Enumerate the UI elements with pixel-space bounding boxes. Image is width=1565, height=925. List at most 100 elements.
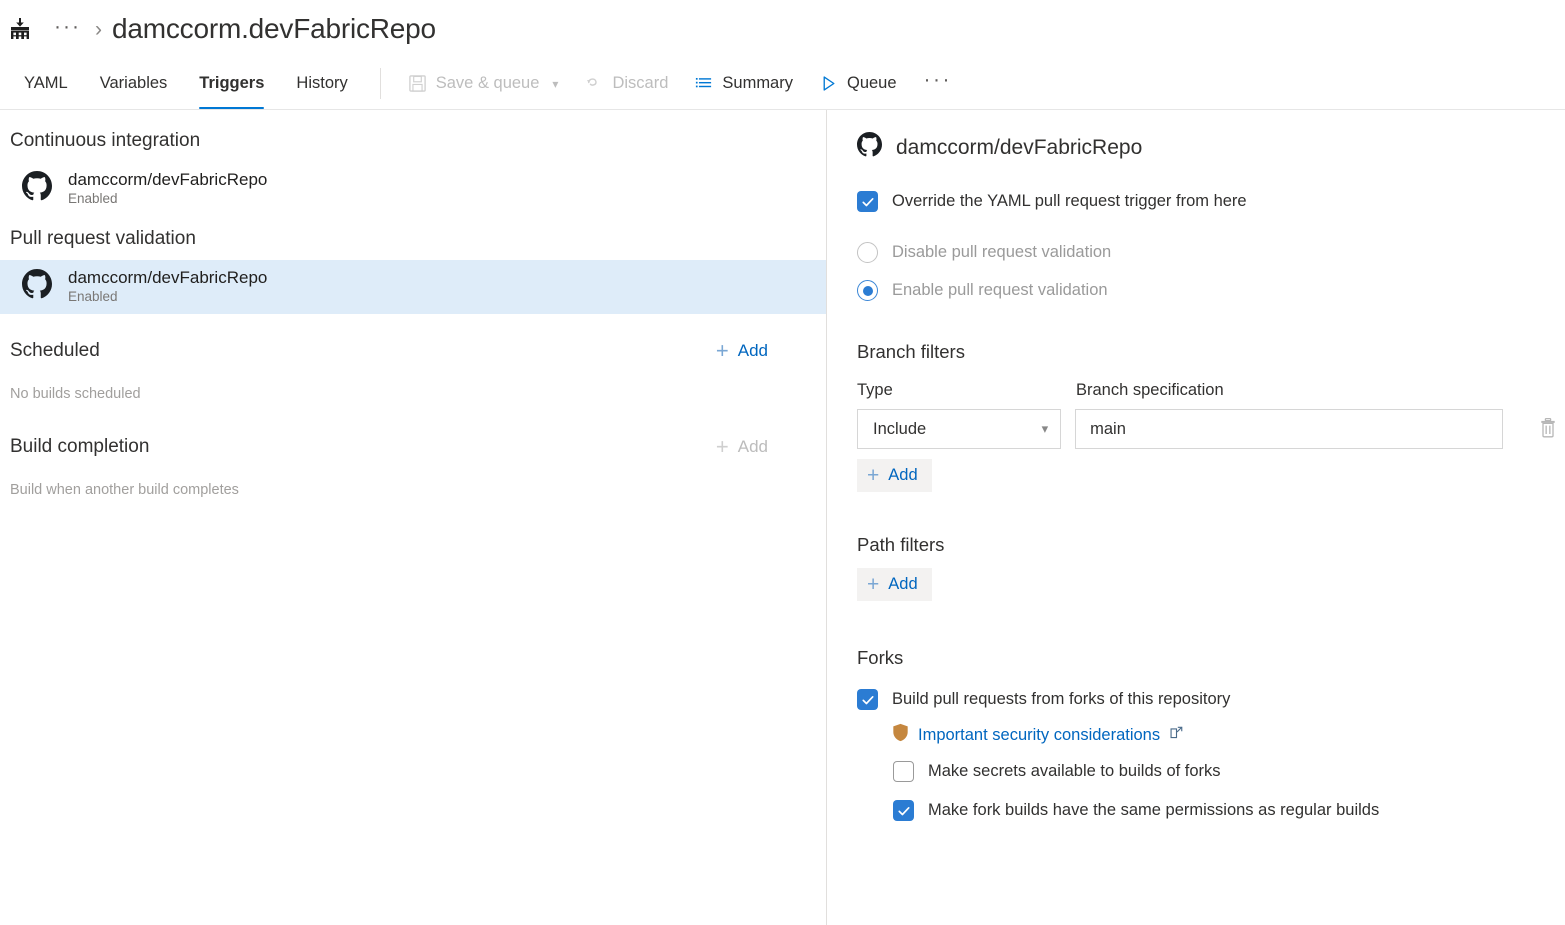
branch-filter-row: Include ▾ main: [857, 409, 1565, 449]
fork-permissions-label: Make fork builds have the same permissio…: [928, 800, 1379, 820]
security-considerations-link[interactable]: Important security considerations: [892, 723, 1184, 747]
branch-filter-type-select[interactable]: Include ▾: [857, 409, 1061, 449]
trigger-item-state: Enabled: [68, 191, 267, 206]
command-bar-divider: [380, 68, 381, 99]
add-scheduled-button[interactable]: + Add: [716, 340, 768, 362]
breadcrumb-chevron-icon: ›: [87, 19, 112, 40]
discard-label: Discard: [612, 74, 668, 93]
section-scheduled: Scheduled + Add: [0, 314, 826, 372]
forks-heading: Forks: [857, 647, 1565, 669]
chevron-down-icon[interactable]: ▾: [552, 77, 558, 91]
build-from-forks-checkbox[interactable]: [857, 689, 878, 710]
trigger-item-text: damccorm/devFabricRepo Enabled: [68, 170, 267, 206]
path-filters-heading: Path filters: [857, 534, 1565, 556]
enable-pr-validation-radio[interactable]: [857, 280, 878, 301]
more-commands-button[interactable]: ···: [910, 68, 966, 92]
override-yaml-trigger-row[interactable]: Override the YAML pull request trigger f…: [857, 191, 1565, 212]
tab-yaml[interactable]: YAML: [8, 58, 84, 109]
trigger-item-name: damccorm/devFabricRepo: [68, 268, 267, 288]
add-path-filter-button[interactable]: + Add: [857, 568, 932, 601]
trigger-item-continuous-integration[interactable]: damccorm/devFabricRepo Enabled: [0, 162, 826, 216]
details-title: damccorm/devFabricRepo: [857, 132, 1565, 163]
build-completion-empty-text: Build when another build completes: [0, 468, 826, 504]
trigger-item-name: damccorm/devFabricRepo: [68, 170, 267, 190]
github-icon: [22, 269, 52, 304]
undo-icon: [584, 74, 603, 93]
branch-filter-labels: Type Branch specification: [857, 381, 1565, 409]
save-and-queue-button[interactable]: Save & queue ▾: [395, 58, 572, 109]
make-secrets-available-label: Make secrets available to builds of fork…: [928, 761, 1221, 781]
make-secrets-available-checkbox[interactable]: [893, 761, 914, 782]
branch-filter-type-value: Include: [873, 420, 926, 439]
save-and-queue-label: Save & queue: [436, 74, 540, 93]
fork-permissions-row[interactable]: Make fork builds have the same permissio…: [857, 800, 1565, 821]
override-yaml-trigger-checkbox[interactable]: [857, 191, 878, 212]
tab-variables-label: Variables: [100, 74, 168, 93]
section-continuous-integration-heading: Continuous integration: [0, 118, 826, 162]
tab-history[interactable]: History: [280, 58, 363, 109]
tab-variables[interactable]: Variables: [84, 58, 184, 109]
scheduled-empty-text: No builds scheduled: [0, 372, 826, 408]
add-branch-filter-button[interactable]: + Add: [857, 459, 932, 492]
command-bar: YAML Variables Triggers History Save & q…: [0, 58, 1565, 110]
trigger-details-pane: damccorm/devFabricRepo Override the YAML…: [827, 110, 1565, 925]
section-pull-request-validation-heading: Pull request validation: [0, 216, 826, 260]
security-considerations-label: Important security considerations: [918, 726, 1160, 745]
build-from-forks-label: Build pull requests from forks of this r…: [892, 689, 1230, 709]
external-link-icon: [1169, 725, 1184, 745]
add-branch-filter-label: Add: [888, 466, 917, 485]
breadcrumb-overflow[interactable]: ···: [48, 16, 87, 37]
chevron-down-icon: ▾: [1042, 421, 1049, 437]
make-secrets-available-row[interactable]: Make secrets available to builds of fork…: [857, 761, 1565, 782]
shield-icon: [892, 723, 909, 747]
section-build-completion: Build completion + Add: [0, 408, 826, 468]
trash-icon: [1538, 417, 1558, 444]
delete-branch-filter-button[interactable]: [1531, 411, 1565, 449]
add-path-filter-label: Add: [888, 575, 917, 594]
trigger-item-text: damccorm/devFabricRepo Enabled: [68, 268, 267, 304]
command-list: Save & queue ▾ Discard: [395, 58, 966, 109]
enable-pr-validation-row[interactable]: Enable pull request validation: [857, 280, 1565, 301]
page-title: damccorm.devFabricRepo: [112, 13, 436, 45]
github-icon: [22, 171, 52, 206]
disable-pr-validation-radio[interactable]: [857, 242, 878, 263]
queue-button[interactable]: Queue: [806, 58, 910, 109]
add-build-completion-label: Add: [738, 437, 768, 457]
radio-dot: [863, 286, 873, 296]
build-from-forks-row[interactable]: Build pull requests from forks of this r…: [857, 689, 1565, 710]
add-build-completion-button[interactable]: + Add: [716, 436, 768, 458]
tab-triggers-label: Triggers: [199, 74, 264, 93]
override-yaml-trigger-label: Override the YAML pull request trigger f…: [892, 191, 1247, 211]
trigger-item-pull-request-validation[interactable]: damccorm/devFabricRepo Enabled: [0, 260, 826, 314]
branch-filters-heading: Branch filters: [857, 341, 1565, 363]
tab-triggers[interactable]: Triggers: [183, 58, 280, 109]
list-icon: [694, 74, 713, 93]
section-scheduled-heading: Scheduled: [10, 340, 100, 362]
discard-button[interactable]: Discard: [571, 58, 681, 109]
github-icon: [857, 132, 882, 163]
triggers-list-pane: Continuous integration damccorm/devFabri…: [0, 110, 827, 925]
disable-pr-validation-row[interactable]: Disable pull request validation: [857, 242, 1565, 263]
tab-yaml-label: YAML: [24, 74, 68, 93]
breadcrumb: ··· › damccorm.devFabricRepo: [0, 0, 1565, 58]
section-build-completion-heading: Build completion: [10, 436, 149, 458]
save-icon: [408, 74, 427, 93]
branch-filter-spec-label: Branch specification: [1076, 381, 1506, 400]
enable-pr-validation-label: Enable pull request validation: [892, 280, 1108, 300]
add-scheduled-label: Add: [738, 341, 768, 361]
summary-button[interactable]: Summary: [681, 58, 806, 109]
branch-specification-input[interactable]: main: [1075, 409, 1503, 449]
branch-filter-type-label: Type: [857, 381, 1062, 400]
plus-icon: +: [867, 574, 879, 595]
queue-label: Queue: [847, 74, 897, 93]
fork-permissions-checkbox[interactable]: [893, 800, 914, 821]
azure-pipelines-icon[interactable]: [8, 17, 32, 41]
branch-specification-value: main: [1090, 420, 1126, 439]
content-area: Continuous integration damccorm/devFabri…: [0, 110, 1565, 925]
play-icon: [819, 74, 838, 93]
disable-pr-validation-label: Disable pull request validation: [892, 242, 1111, 262]
plus-icon: +: [716, 436, 729, 458]
plus-icon: +: [867, 465, 879, 486]
summary-label: Summary: [722, 74, 793, 93]
trigger-item-state: Enabled: [68, 289, 267, 304]
